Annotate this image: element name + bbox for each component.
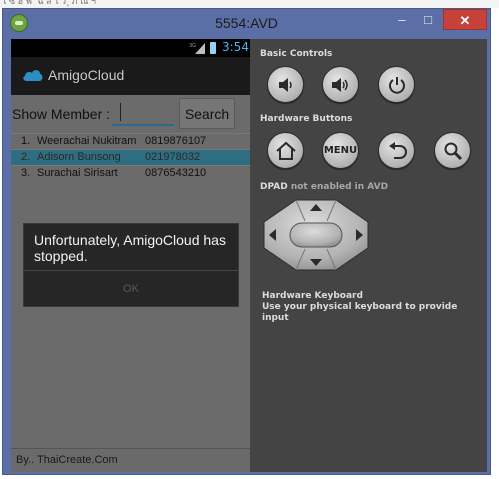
background-page-strip: ไ ซ ฮ ฟ ี ฉ ส ใ ว ุ ภ ณ ฯ xyxy=(0,0,499,8)
dpad-control[interactable] xyxy=(263,199,369,271)
volume-up-icon xyxy=(331,77,348,92)
list-item-selected[interactable]: 2. Adisorn Bunsong 021978032 xyxy=(11,149,250,165)
keyboard-title: Hardware Keyboard xyxy=(262,291,363,301)
phone-screen: 3G 3:54 AmigoCloud Show Member : Search … xyxy=(11,39,250,472)
title-bar[interactable]: 5554:AVD – □ ✕ xyxy=(3,9,490,39)
row-number: 3. xyxy=(21,167,31,179)
dpad-note: not enabled in AVD xyxy=(290,182,389,192)
volume-up-button[interactable] xyxy=(322,66,359,103)
home-button[interactable] xyxy=(267,132,304,169)
signal-icon: 3G xyxy=(189,43,205,54)
member-list: 1. Weerachai Nukitram 0819876107 2. Adis… xyxy=(11,133,250,181)
text-cursor xyxy=(120,103,121,121)
background-page-text: ไ ซ ฮ ฟ ี ฉ ส ใ ว ุ ภ ณ ฯ xyxy=(2,0,96,6)
home-icon xyxy=(275,141,296,160)
power-icon xyxy=(388,76,405,94)
dialog-ok-button[interactable]: OK xyxy=(24,271,238,307)
menu-button[interactable]: MENU xyxy=(322,132,359,169)
close-button[interactable]: ✕ xyxy=(443,9,487,30)
member-name: Weerachai Nukitram xyxy=(37,135,137,147)
member-phone: 0819876107 xyxy=(145,135,207,147)
row-number: 1. xyxy=(21,135,31,147)
back-button[interactable] xyxy=(378,132,415,169)
battery-icon xyxy=(210,42,216,54)
list-item[interactable]: 3. Surachai Sirisart 0876543210 xyxy=(11,165,250,181)
status-time: 3:54 xyxy=(222,40,249,54)
search-button[interactable]: Search xyxy=(179,98,235,129)
member-name: Adisorn Bunsong xyxy=(37,151,121,163)
emulator-window: 5554:AVD – □ ✕ 3G 3:54 AmigoCloud Show M… xyxy=(2,8,491,475)
action-bar: AmigoCloud xyxy=(11,57,250,95)
dpad-heading: DPAD not enabled in AVD xyxy=(260,182,388,192)
controls-panel: Basic Controls Hardware Buttons MENU DPA… xyxy=(250,39,487,472)
status-bar: 3G 3:54 xyxy=(11,39,250,57)
hardware-buttons-heading: Hardware Buttons xyxy=(260,114,353,124)
member-phone: 021978032 xyxy=(145,151,201,163)
list-item[interactable]: 1. Weerachai Nukitram 0819876107 xyxy=(11,133,250,149)
hardware-keyboard-info: Hardware Keyboard Use your physical keyb… xyxy=(262,291,487,324)
keyboard-description: Use your physical keyboard to provide in… xyxy=(262,302,458,323)
power-button[interactable] xyxy=(378,66,415,103)
footer-text: By.. ThaiCreate.Com xyxy=(16,454,118,466)
menu-button-label: MENU xyxy=(323,145,358,156)
volume-down-button[interactable] xyxy=(267,66,304,103)
app-title: AmigoCloud xyxy=(48,67,125,83)
dialog-message: Unfortunately, AmigoCloud has stopped. xyxy=(34,232,226,264)
member-phone: 0876543210 xyxy=(145,167,207,179)
dpad-label: DPAD xyxy=(260,182,288,192)
member-search-input[interactable] xyxy=(112,99,174,126)
cloud-icon xyxy=(23,70,43,81)
footer: By.. ThaiCreate.Com xyxy=(11,448,250,472)
magnifier-icon xyxy=(444,142,462,160)
show-member-label: Show Member : xyxy=(12,106,111,122)
dpad-center-button xyxy=(289,222,343,248)
member-name: Surachai Sirisart xyxy=(37,167,118,179)
network-type: 3G xyxy=(189,43,196,49)
minimize-button[interactable]: – xyxy=(389,9,415,30)
search-hardware-button[interactable] xyxy=(434,132,471,169)
crash-dialog: Unfortunately, AmigoCloud has stopped. O… xyxy=(23,223,239,307)
back-icon xyxy=(388,141,407,159)
volume-down-icon xyxy=(278,77,292,92)
row-number: 2. xyxy=(21,151,31,163)
basic-controls-heading: Basic Controls xyxy=(260,49,333,59)
maximize-button[interactable]: □ xyxy=(415,9,441,30)
